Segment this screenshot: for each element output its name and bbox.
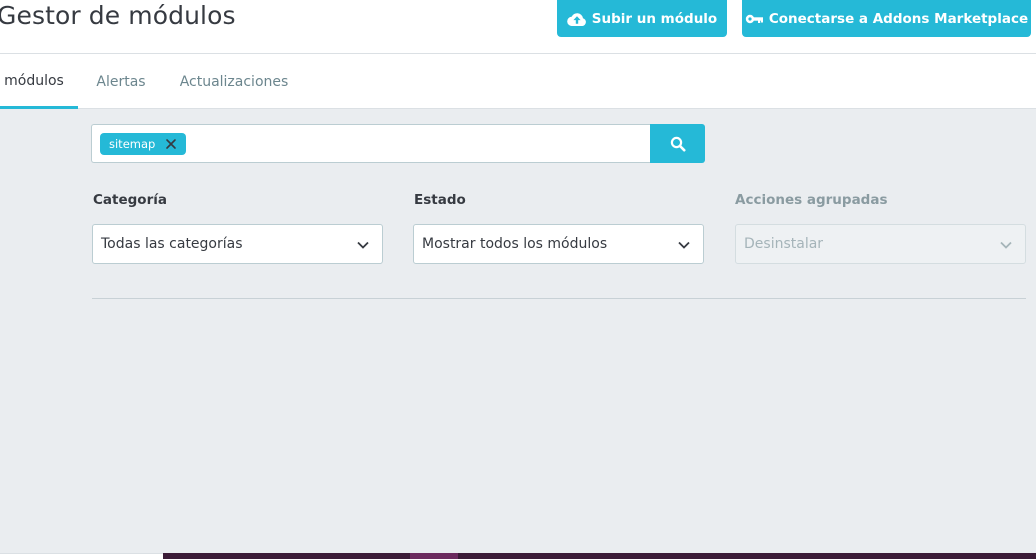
tab-modules[interactable]: módulos bbox=[0, 54, 78, 109]
cloud-upload-icon bbox=[567, 12, 586, 26]
chevron-down-icon bbox=[357, 241, 369, 249]
page-header: Gestor de módulos Subir un módulo Conect… bbox=[0, 0, 1036, 54]
close-icon[interactable] bbox=[164, 137, 178, 151]
key-icon bbox=[745, 14, 763, 23]
module-tabs: módulos Alertas Actualizaciones bbox=[0, 54, 1036, 109]
bulk-actions-value: Desinstalar bbox=[744, 236, 824, 252]
bulk-actions-label: Acciones agrupadas bbox=[735, 192, 888, 208]
connect-addons-label: Conectarse a Addons Marketplace bbox=[768, 10, 1029, 27]
category-filter-label: Categoría bbox=[93, 192, 167, 208]
bulk-actions-select: Desinstalar bbox=[735, 224, 1026, 264]
search-tag-label: sitemap bbox=[109, 137, 156, 151]
filters-divider bbox=[92, 298, 1026, 299]
status-select-value: Mostrar todos los módulos bbox=[422, 236, 608, 252]
footer-edge bbox=[0, 553, 163, 559]
tab-alerts[interactable]: Alertas bbox=[90, 54, 152, 109]
status-select[interactable]: Mostrar todos los módulos bbox=[413, 224, 704, 264]
footer-banner-accent bbox=[410, 553, 458, 559]
chevron-down-icon bbox=[678, 241, 690, 249]
footer-banner bbox=[163, 553, 1036, 559]
page-title: Gestor de módulos bbox=[0, 1, 236, 30]
search-button[interactable] bbox=[650, 124, 705, 163]
search-tag: sitemap bbox=[100, 133, 186, 155]
category-select[interactable]: Todas las categorías bbox=[92, 224, 383, 264]
module-search-input[interactable]: sitemap bbox=[91, 124, 651, 163]
connect-addons-button[interactable]: Conectarse a Addons Marketplace bbox=[742, 0, 1031, 37]
category-select-value: Todas las categorías bbox=[101, 236, 243, 252]
search-icon bbox=[670, 136, 685, 151]
chevron-down-icon bbox=[1000, 241, 1012, 249]
upload-module-button[interactable]: Subir un módulo bbox=[557, 0, 727, 37]
upload-module-label: Subir un módulo bbox=[591, 10, 718, 27]
status-filter-label: Estado bbox=[414, 192, 466, 208]
tab-updates[interactable]: Actualizaciones bbox=[176, 54, 292, 109]
